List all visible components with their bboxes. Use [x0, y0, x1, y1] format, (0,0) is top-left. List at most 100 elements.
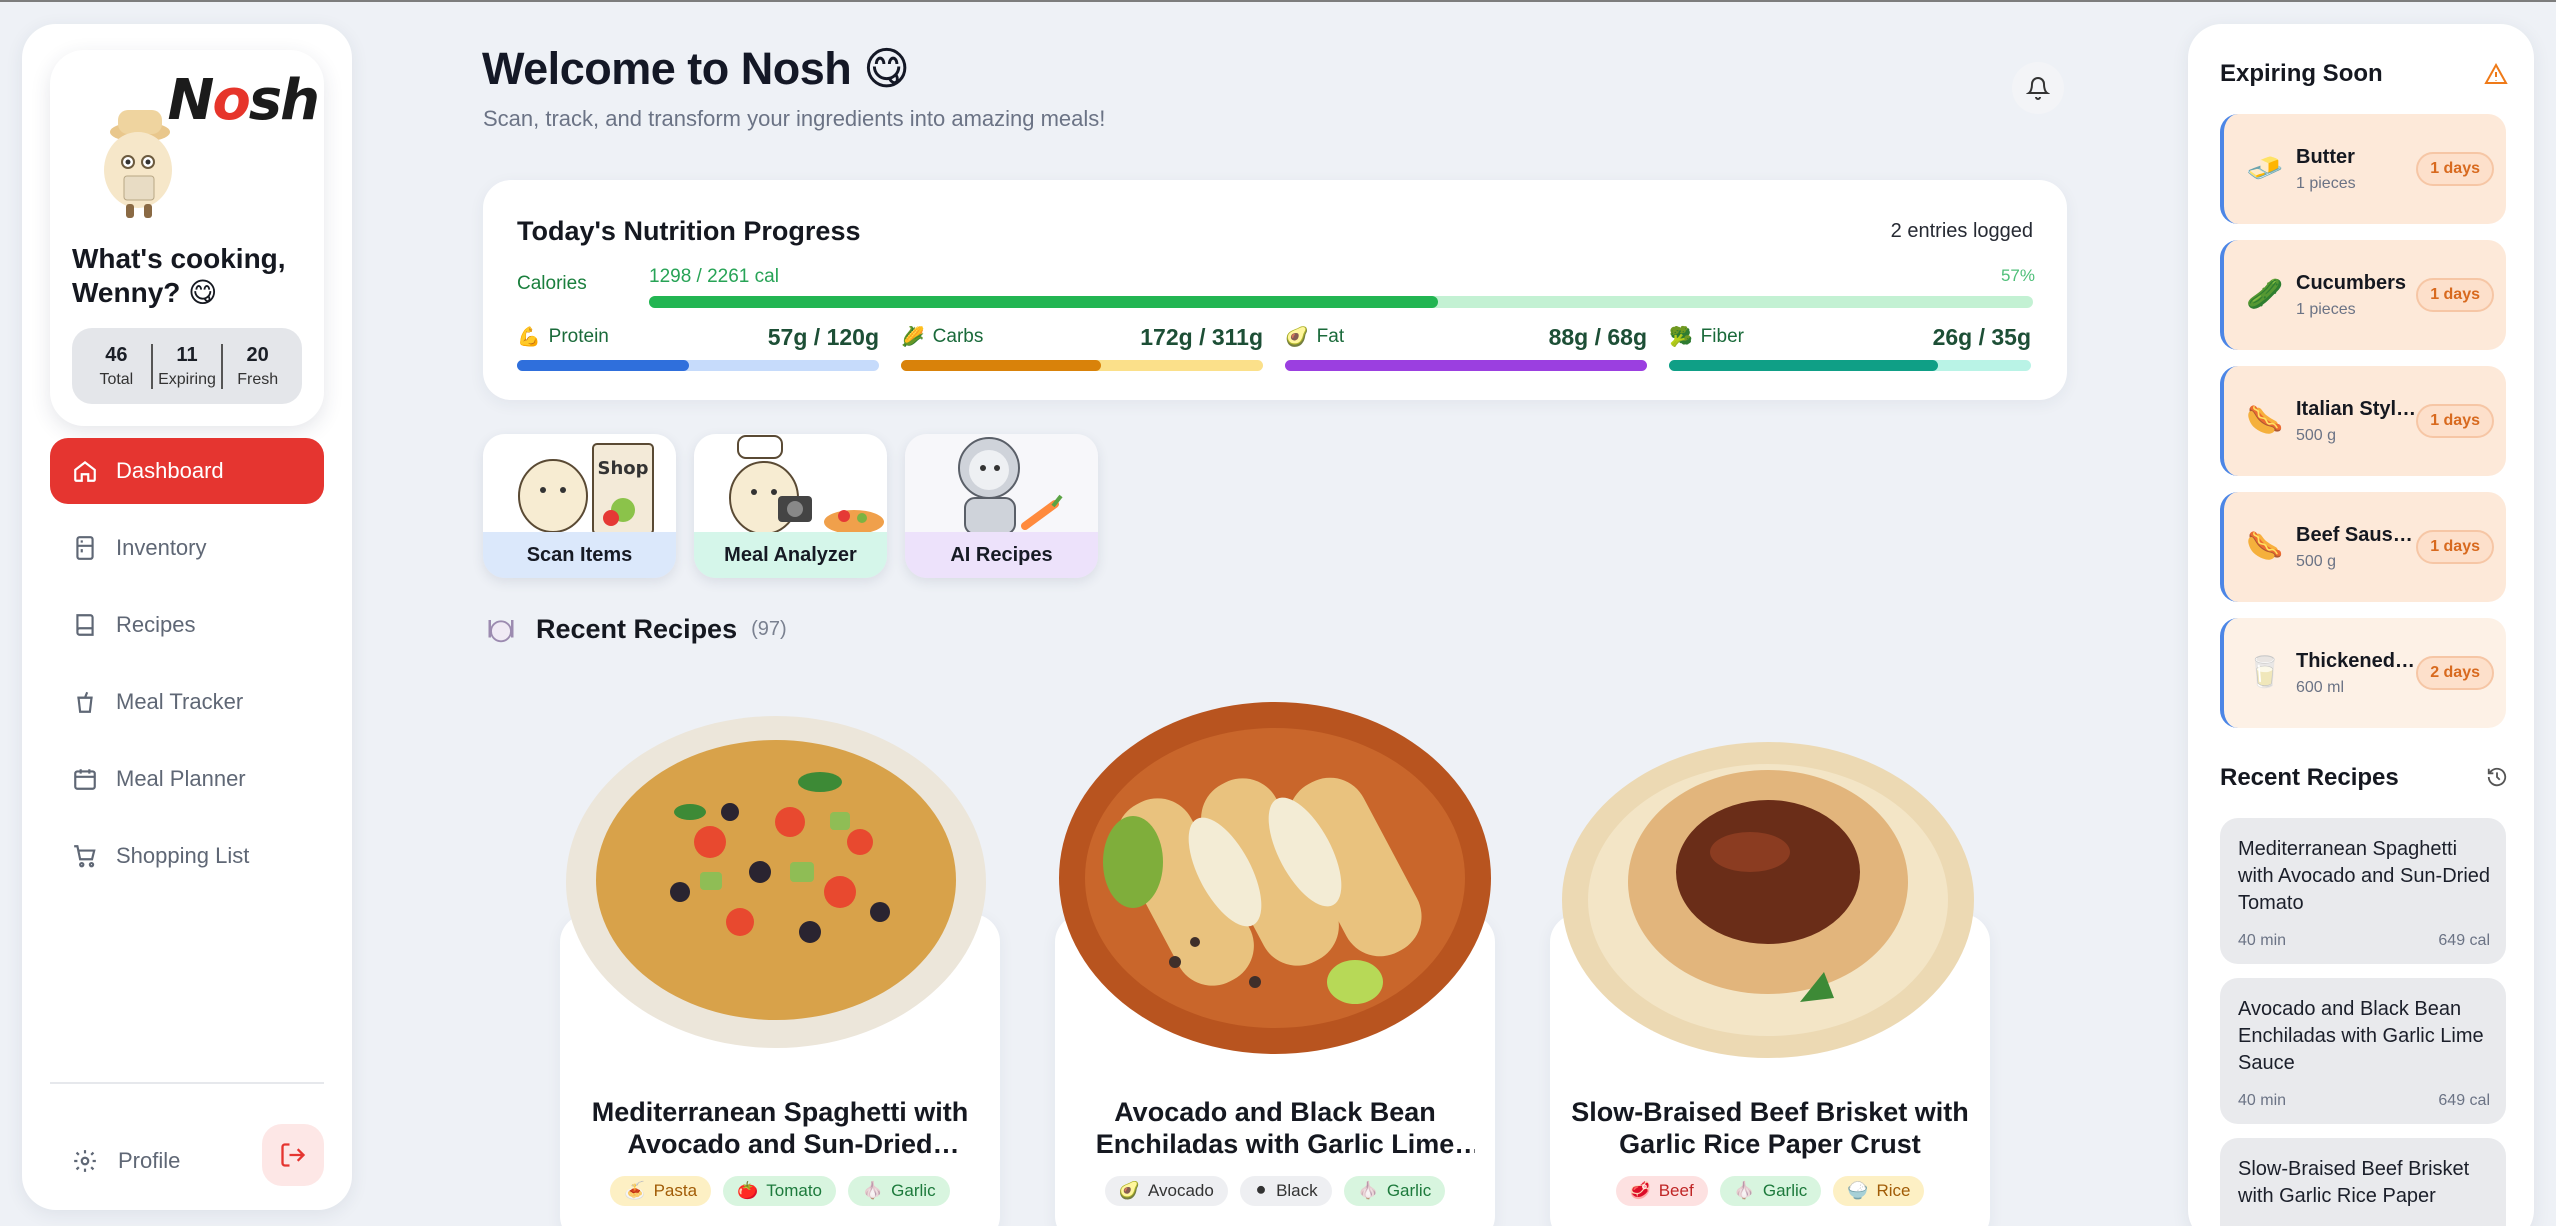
stat-total: 46 Total: [82, 344, 151, 389]
item-quantity: 500 g: [2296, 426, 2337, 444]
item-quantity: 500 g: [2296, 552, 2337, 570]
fiber-progress-fill: [1669, 360, 1938, 371]
stat-value: 46: [105, 343, 128, 366]
cucumber-icon: 🥒: [2246, 278, 2284, 311]
calories-percent: 57%: [2000, 266, 2035, 285]
expiring-item[interactable]: 🥒 Cucumbers 1 pieces 1 days: [2220, 240, 2506, 350]
macro-fiber: 🥦 Fiber 26g / 35g: [1669, 320, 2031, 371]
right-panel: Expiring Soon 🧈 Butter 1 pieces 1 days 🥒 …: [2188, 24, 2534, 1226]
expiring-item[interactable]: 🌭 Beef Sausage 500 g 1 days: [2220, 492, 2506, 602]
tag-garlic: 🧄 Garlic: [1343, 1176, 1446, 1206]
nutrition-progress-card: Today's Nutrition Progress 2 entries log…: [483, 180, 2067, 400]
days-left-badge: 1 days: [2416, 530, 2494, 564]
nav-recipes[interactable]: Recipes: [50, 592, 324, 658]
tag-label: Tomato: [766, 1181, 822, 1200]
logout-icon: [281, 1143, 306, 1167]
fat-progress-bar: [1285, 360, 1647, 371]
tile-label: Meal Analyzer: [694, 532, 887, 578]
side-recent-recipes-title: Recent Recipes: [2220, 764, 2399, 791]
scan-items-illustration: Shop: [483, 434, 676, 534]
ai-recipes-tile[interactable]: AI Recipes: [905, 434, 1098, 578]
recipe-time: 40 min: [2238, 1092, 2287, 1109]
logout-button[interactable]: [262, 1124, 324, 1186]
book-icon: [76, 614, 94, 636]
corn-icon: 🌽: [901, 327, 925, 348]
recipe-tags: 🥩 Beef 🧄 Garlic 🍚 Rice: [1550, 1176, 1990, 1206]
calories-label: Calories: [517, 273, 587, 294]
tile-label: Scan Items: [483, 532, 676, 578]
carbs-progress-bar: [901, 360, 1263, 371]
days-left-badge: 2 days: [2416, 656, 2494, 690]
protein-progress-fill: [517, 360, 689, 371]
sausage-icon: 🌭: [2246, 530, 2284, 563]
rice-icon: 🍚: [1847, 1181, 1869, 1200]
recipe-tags: 🍝 Pasta 🍅 Tomato 🧄 Garlic: [560, 1176, 1000, 1206]
chef-mascot-illustration: [104, 110, 172, 218]
nav-meal-planner[interactable]: Meal Planner: [50, 746, 324, 812]
sausage-icon: 🌭: [2246, 404, 2284, 437]
tag-black: ⚫ Black: [1239, 1176, 1332, 1206]
recent-recipes-header: Recent Recipes (97): [486, 614, 787, 645]
macro-value: 57g / 120g: [767, 323, 879, 350]
side-recent-recipe[interactable]: Slow-Braised Beef Brisket with Garlic Ri…: [2220, 1138, 2506, 1226]
expiring-item[interactable]: 🥛 Thickened Cream 600 ml 2 days: [2220, 618, 2506, 728]
scan-items-tile[interactable]: Shop Scan Items: [483, 434, 676, 578]
tomato-icon: 🍅: [737, 1181, 759, 1200]
meal-analyzer-tile[interactable]: Meal Analyzer: [694, 434, 887, 578]
expiring-item[interactable]: 🌭 Italian Style Sausage 500 g 1 days: [2220, 366, 2506, 476]
recipe-name: Slow-Braised Beef Brisket with Garlic Ri…: [2238, 1158, 2470, 1207]
side-recent-recipe[interactable]: Avocado and Black Bean Enchiladas with G…: [2220, 978, 2506, 1124]
cart-icon: [74, 845, 96, 868]
days-left-badge: 1 days: [2416, 278, 2494, 312]
item-quantity: 1 pieces: [2296, 300, 2356, 318]
recipe-calories: 649 cal: [2438, 1092, 2490, 1109]
fiber-progress-bar: [1669, 360, 2031, 371]
nav-inventory[interactable]: Inventory: [50, 515, 324, 581]
inventory-stats: 46 Total 11 Expiring 20 Fresh: [72, 328, 302, 404]
avocado-icon: 🥑: [1285, 327, 1309, 348]
recipe-name: Mediterranean Spaghetti with Avocado and…: [2238, 838, 2491, 914]
tag-rice: 🍚 Rice: [1833, 1176, 1925, 1206]
tag-garlic: 🧄 Garlic: [1719, 1176, 1822, 1206]
nav-shopping-list[interactable]: Shopping List: [50, 823, 324, 889]
macro-protein: 💪 Protein 57g / 120g: [517, 320, 879, 371]
enchiladas-dish-image: [1059, 702, 1491, 1054]
sidebar-divider: [50, 1082, 324, 1084]
stat-label: Fresh: [237, 370, 279, 388]
nav-label: Dashboard: [116, 458, 224, 483]
tag-label: Pasta: [653, 1181, 698, 1200]
nosh-logo: Nosh: [167, 68, 320, 133]
macro-carbs: 🌽 Carbs 172g / 311g: [901, 320, 1263, 371]
recipe-title: Mediterranean Spaghetti with Avocado and…: [591, 1097, 969, 1159]
macro-name: Fat: [1316, 326, 1345, 347]
notifications-button[interactable]: [2012, 62, 2064, 114]
item-quantity: 600 ml: [2296, 678, 2345, 696]
ai-recipes-illustration: [905, 434, 1098, 534]
recent-recipes-count: (97): [751, 618, 787, 640]
tag-label: Garlic: [1386, 1181, 1432, 1200]
stat-label: Expiring: [158, 370, 216, 388]
carbs-progress-fill: [901, 360, 1102, 371]
expiring-item[interactable]: 🧈 Butter 1 pieces 1 days: [2220, 114, 2506, 224]
macro-value: 172g / 311g: [1140, 323, 1263, 350]
calories-progress-bar: [649, 296, 2033, 308]
gear-icon: [74, 1150, 96, 1172]
nav-meal-tracker[interactable]: Meal Tracker: [50, 669, 324, 735]
calories-progress-fill: [649, 296, 1438, 308]
item-quantity: 1 pieces: [2296, 174, 2356, 192]
side-recent-recipe[interactable]: Mediterranean Spaghetti with Avocado and…: [2220, 818, 2506, 964]
profile-link[interactable]: Profile: [72, 1148, 180, 1174]
stat-label: Total: [99, 370, 134, 388]
macro-name: Carbs: [932, 326, 984, 347]
page-title: Welcome to Nosh 😋: [482, 43, 910, 94]
nav-dashboard[interactable]: Dashboard: [50, 438, 324, 504]
expiring-soon-title: Expiring Soon: [2220, 60, 2383, 87]
macro-name: Protein: [548, 326, 609, 347]
history-icon[interactable]: [2486, 766, 2508, 788]
plate-icon: [488, 619, 514, 642]
quick-actions: Shop Scan Items Meal Analyzer AI Recipes: [483, 434, 1098, 578]
profile-label: Profile: [118, 1148, 181, 1173]
tag-label: Rice: [1876, 1181, 1911, 1200]
tile-label: AI Recipes: [905, 532, 1098, 578]
days-left-badge: 1 days: [2416, 152, 2494, 186]
